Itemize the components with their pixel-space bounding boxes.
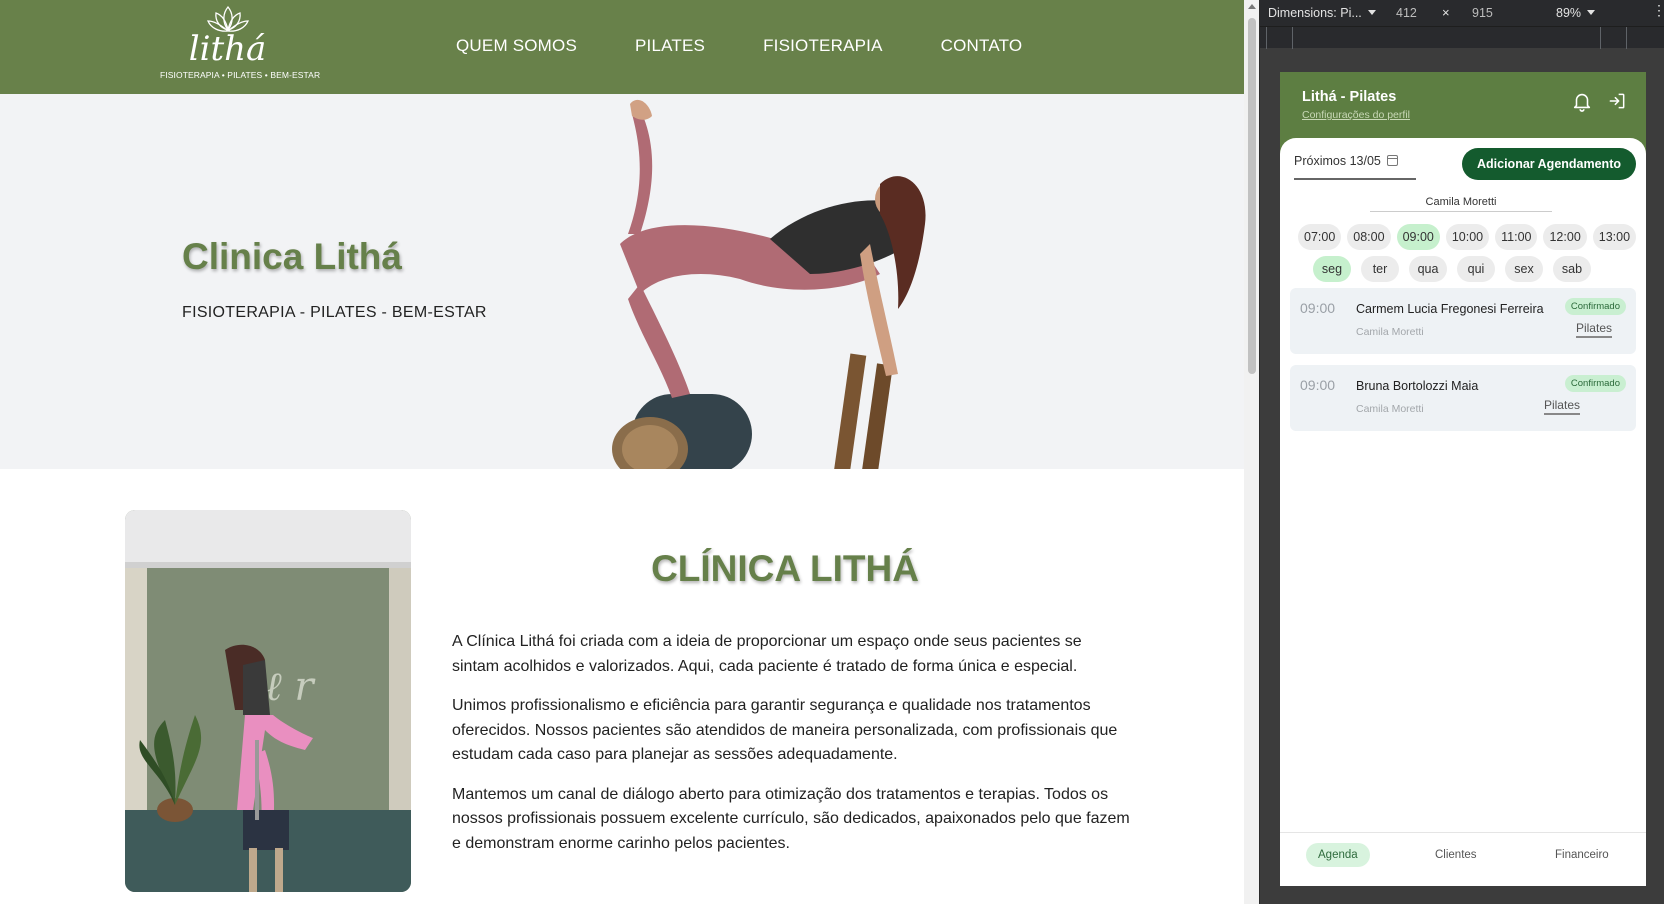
width-input[interactable]: 412	[1396, 6, 1417, 20]
professional-selector[interactable]: Camila Moretti	[1370, 196, 1552, 212]
time-chip-0800[interactable]: 08:00	[1347, 224, 1391, 250]
day-chip-qui[interactable]: qui	[1457, 256, 1495, 282]
studio-image: ℓ r	[125, 510, 411, 892]
hero-banner: Clinica Lithá FISIOTERAPIA - PILATES - B…	[0, 94, 1244, 469]
bottom-navigation: Agenda Clientes Financeiro	[1280, 832, 1646, 886]
site-navbar: lithá FISIOTERAPIA • PILATES • BEM-ESTAR…	[0, 0, 1244, 94]
bottom-nav-financeiro[interactable]: Financeiro	[1555, 849, 1609, 861]
appointment-card[interactable]: 09:00 Bruna Bortolozzi Maia Camila Moret…	[1290, 365, 1636, 431]
nav-pilates[interactable]: PILATES	[635, 36, 705, 56]
about-title: CLÍNICA LITHÁ	[651, 548, 919, 589]
status-badge: Confirmado	[1564, 298, 1626, 315]
nav-quem-somos[interactable]: QUEM SOMOS	[456, 36, 577, 56]
app-content	[1280, 138, 1646, 886]
time-chip-1000[interactable]: 10:00	[1445, 224, 1490, 250]
service-link[interactable]: Pilates	[1575, 321, 1612, 338]
about-text: A Clínica Lithá foi criada com a ideia d…	[452, 630, 1132, 871]
time-chip-0900[interactable]: 09:00	[1396, 224, 1440, 250]
logout-icon[interactable]	[1607, 91, 1627, 111]
bottom-nav-agenda[interactable]: Agenda	[1306, 843, 1370, 867]
media-query-ruler[interactable]	[1260, 26, 1664, 49]
upcoming-tab[interactable]: Próximos 13/05	[1294, 154, 1416, 180]
time-chip-1200[interactable]: 12:00	[1543, 224, 1587, 250]
about-paragraph-2: Unimos profissionalismo e eficiência par…	[452, 697, 1118, 763]
about-photo: ℓ r	[125, 510, 411, 892]
hero-subtitle: FISIOTERAPIA - PILATES - BEM-ESTAR	[182, 304, 487, 321]
mobile-app-viewport: Lithá - Pilates Configurações do perfil …	[1280, 72, 1646, 886]
screen: lithá FISIOTERAPIA • PILATES • BEM-ESTAR…	[0, 0, 1664, 904]
zoom-select[interactable]: 89%	[1556, 6, 1596, 20]
svg-text:ℓ r: ℓ r	[265, 664, 316, 710]
appointment-professional: Camila Moretti	[1356, 326, 1424, 338]
nav-fisioterapia[interactable]: FISIOTERAPIA	[763, 36, 883, 56]
more-options-icon[interactable]: ⋮	[1652, 3, 1664, 17]
hero-pilates-image	[612, 99, 926, 469]
times-symbol: ×	[1442, 5, 1450, 20]
logo-wordmark: lithá	[188, 29, 267, 69]
day-chip-sab[interactable]: sab	[1553, 256, 1591, 282]
patient-name: Carmem Lucia Fregonesi Ferreira	[1356, 302, 1544, 316]
website-viewport: lithá FISIOTERAPIA • PILATES • BEM-ESTAR…	[0, 0, 1244, 904]
appointment-professional: Camila Moretti	[1356, 403, 1424, 415]
bottom-nav-clientes[interactable]: Clientes	[1435, 849, 1477, 861]
app-title: Lithá - Pilates	[1302, 89, 1397, 105]
time-chip-1100[interactable]: 11:00	[1495, 224, 1538, 250]
page-scrollbar[interactable]	[1244, 0, 1260, 904]
main-menu: QUEM SOMOS PILATES FISIOTERAPIA CONTATO	[456, 36, 1080, 56]
hero-title: Clinica Lithá	[182, 236, 402, 277]
status-badge: Confirmado	[1564, 375, 1626, 392]
patient-name: Bruna Bortolozzi Maia	[1356, 379, 1479, 393]
day-filter: seg ter qua qui sex sab	[1313, 256, 1591, 282]
time-filter: 07:00 08:00 09:00 10:00 11:00 12:00 13:0…	[1298, 224, 1637, 250]
appointment-card[interactable]: 09:00 Carmem Lucia Fregonesi Ferreira Ca…	[1290, 288, 1636, 354]
day-chip-qua[interactable]: qua	[1409, 256, 1447, 282]
bell-icon[interactable]	[1571, 90, 1593, 112]
caret-down-icon	[1587, 10, 1596, 15]
time-chip-0700[interactable]: 07:00	[1298, 224, 1342, 250]
time-chip-1300[interactable]: 13:00	[1592, 224, 1637, 250]
dimensions-select[interactable]: Dimensions: Pi...	[1268, 6, 1376, 20]
scrollbar-thumb[interactable]	[1248, 18, 1256, 374]
appointment-time: 09:00	[1300, 300, 1336, 316]
appointment-time: 09:00	[1300, 377, 1336, 393]
service-link[interactable]: Pilates	[1543, 398, 1580, 415]
profile-settings-link[interactable]: Configurações do perfil	[1302, 109, 1410, 121]
about-paragraph-1: A Clínica Lithá foi criada com a ideia d…	[452, 633, 1082, 675]
nav-contato[interactable]: CONTATO	[941, 36, 1023, 56]
device-toolbar: Dimensions: Pi... 412 × 915 89% ⋮	[1260, 0, 1664, 26]
height-input[interactable]: 915	[1472, 6, 1493, 20]
about-paragraph-3: Mantemos um canal de diálogo aberto para…	[452, 785, 1130, 852]
logo-tagline: FISIOTERAPIA • PILATES • BEM-ESTAR	[160, 70, 321, 80]
calendar-icon[interactable]	[1386, 155, 1398, 166]
scroll-up-arrow-icon[interactable]	[1248, 4, 1256, 9]
day-chip-ter[interactable]: ter	[1361, 256, 1399, 282]
day-chip-seg[interactable]: seg	[1313, 256, 1351, 282]
add-appointment-button[interactable]: Adicionar Agendamento	[1462, 148, 1636, 180]
site-logo[interactable]: lithá FISIOTERAPIA • PILATES • BEM-ESTAR	[160, 4, 321, 88]
caret-down-icon	[1367, 10, 1376, 15]
day-chip-sex[interactable]: sex	[1505, 256, 1543, 282]
